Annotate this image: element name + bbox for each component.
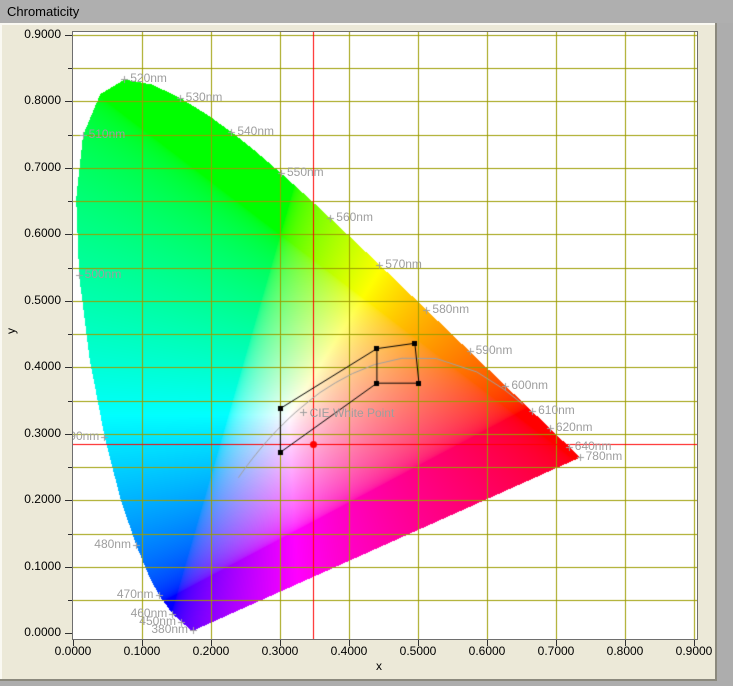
- panel-bevel-bottom: [0, 679, 717, 681]
- wavelength-label: 460nm: [107, 607, 167, 620]
- panel-bevel-top: [0, 23, 717, 25]
- wavelength-label: 500nm: [85, 268, 122, 281]
- cie-white-point-label: CIE White Point: [310, 407, 395, 420]
- wavelength-label: 540nm: [237, 125, 274, 138]
- wavelength-label: 570nm: [385, 258, 422, 271]
- wavelength-label: 620nm: [556, 421, 593, 434]
- panel-bevel-left: [0, 23, 2, 681]
- window-title: Chromaticity: [7, 4, 79, 19]
- wavelength-label: 530nm: [186, 91, 223, 104]
- wavelength-label: 580nm: [432, 303, 469, 316]
- plot-area[interactable]: CIE White Point 380nm450nm460nm470nm480n…: [72, 31, 698, 640]
- panel-bevel-right: [715, 23, 717, 681]
- wavelength-label: 470nm: [94, 588, 154, 601]
- plot-label-layer: CIE White Point 380nm450nm460nm470nm480n…: [73, 32, 697, 639]
- wavelength-label: 610nm: [538, 404, 575, 417]
- wavelength-label: 480nm: [73, 538, 131, 551]
- wavelength-label: 550nm: [287, 166, 324, 179]
- title-bar: Chromaticity: [0, 0, 733, 23]
- wavelength-label: 510nm: [89, 128, 126, 141]
- wavelength-label: 490nm: [73, 430, 99, 443]
- wavelength-label: 520nm: [130, 72, 167, 85]
- wavelength-label: 590nm: [476, 344, 513, 357]
- wavelength-label: 560nm: [336, 211, 373, 224]
- wavelength-label: 600nm: [511, 379, 548, 392]
- wavelength-label: 780nm: [586, 450, 623, 463]
